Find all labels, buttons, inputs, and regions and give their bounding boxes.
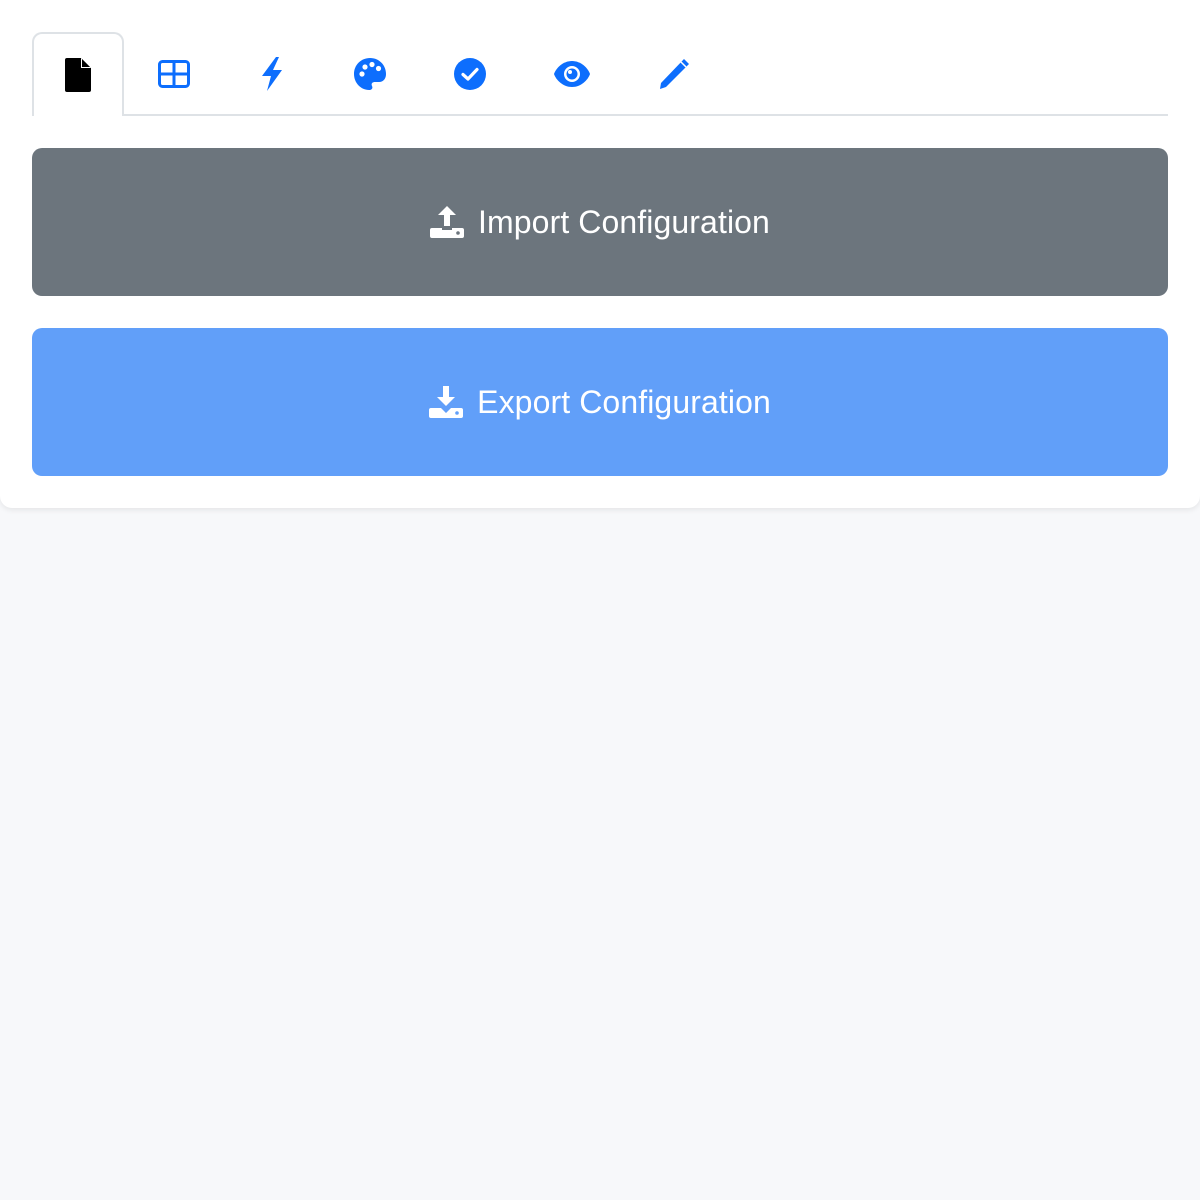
palette-icon	[353, 57, 387, 91]
tab-file[interactable]	[32, 32, 124, 118]
table-grid-icon	[158, 60, 190, 88]
tab-preview[interactable]	[526, 32, 618, 116]
pencil-icon	[657, 57, 691, 91]
tab-bar	[32, 32, 1168, 118]
upload-icon	[430, 206, 465, 238]
config-panel: Import Configuration Export Configuratio…	[0, 0, 1200, 508]
tab-table[interactable]	[128, 32, 220, 116]
import-configuration-label: Import Configuration	[478, 203, 770, 240]
download-icon	[429, 386, 464, 418]
tab-edit[interactable]	[628, 32, 720, 116]
check-circle-icon	[453, 57, 487, 91]
export-configuration-label: Export Configuration	[477, 383, 771, 420]
import-configuration-button[interactable]: Import Configuration	[32, 148, 1168, 296]
tab-theme[interactable]	[324, 32, 416, 116]
file-icon	[65, 58, 91, 92]
export-configuration-button[interactable]: Export Configuration	[32, 328, 1168, 476]
lightning-icon	[259, 57, 285, 91]
eye-icon	[553, 60, 591, 88]
tab-actions[interactable]	[226, 32, 318, 116]
tab-validation[interactable]	[424, 32, 516, 116]
